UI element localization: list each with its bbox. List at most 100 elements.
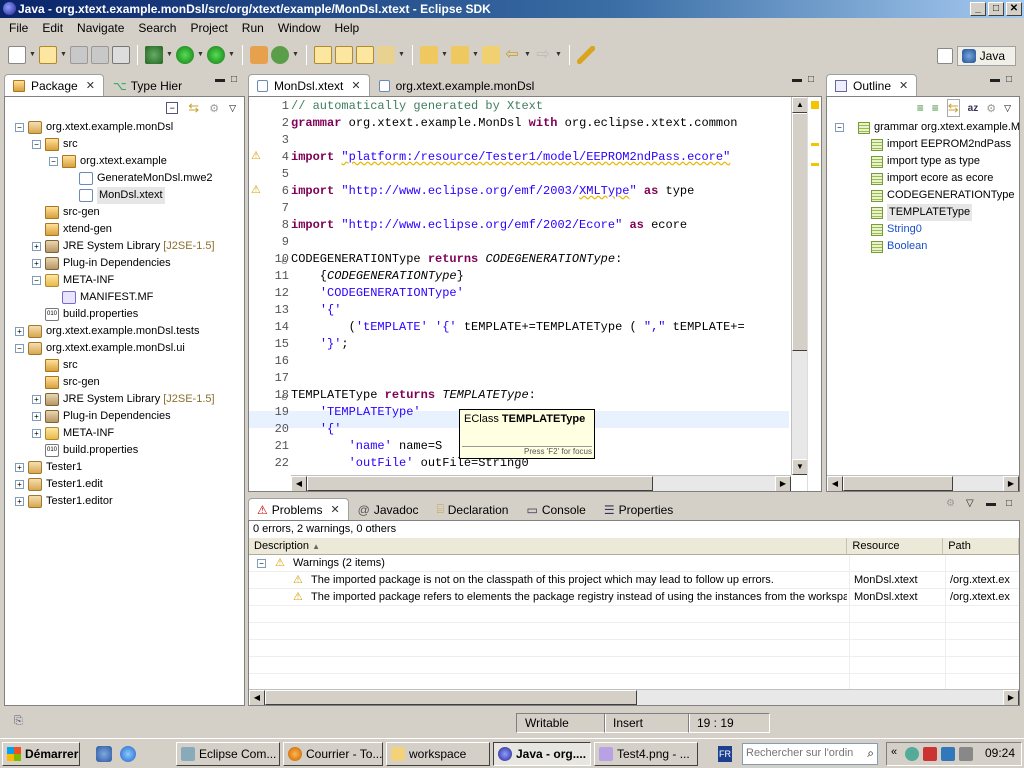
outline-item[interactable]: CODEGENERATIONType [827, 187, 1019, 204]
close-icon[interactable]: ✕ [86, 79, 95, 92]
show-hidden-icon[interactable]: « [891, 746, 897, 758]
run-icon[interactable] [176, 46, 194, 64]
language-indicator[interactable]: FR [718, 746, 732, 762]
next-annotation-icon[interactable] [420, 46, 438, 64]
scroll-thumb[interactable] [792, 113, 808, 351]
expand-icon[interactable]: + [15, 327, 24, 336]
tree-item[interactable]: xtend-gen [5, 221, 244, 238]
debug-icon[interactable] [145, 46, 163, 64]
search-icon[interactable]: ⌕ [867, 746, 874, 761]
task-eclipse-community[interactable]: Eclipse Com... [176, 742, 280, 766]
desktop-search-input[interactable] [743, 744, 853, 762]
minimize-icon[interactable]: ▬ [215, 75, 225, 86]
internet-explorer-icon[interactable] [120, 746, 136, 762]
column-description[interactable]: Description ▲ [249, 538, 848, 555]
hide-fields-icon[interactable]: ≡ [917, 101, 924, 115]
expand-icon[interactable]: + [32, 429, 41, 438]
chevron-down-icon[interactable]: ▼ [29, 46, 36, 64]
scroll-up-icon[interactable]: ▲ [792, 97, 808, 113]
warnings-group-row[interactable]: − ⚠ Warnings (2 items) [249, 555, 1019, 572]
volume-icon[interactable] [959, 747, 973, 761]
tab-problems[interactable]: ⚠ Problems ✕ [248, 498, 349, 520]
tree-item[interactable]: 010 build.properties [5, 442, 244, 459]
outline-item[interactable]: import EEPROM2ndPass [827, 136, 1019, 153]
desktop-search-box[interactable]: ⌕ [742, 743, 878, 765]
vertical-scrollbar[interactable]: ▲ ▼ [791, 97, 808, 475]
save-all-icon[interactable] [91, 46, 109, 64]
search-icon[interactable] [356, 46, 374, 64]
chevron-down-icon[interactable]: ▼ [60, 46, 67, 64]
collapse-all-icon[interactable]: − [166, 102, 179, 114]
expand-icon[interactable]: + [15, 480, 24, 489]
scroll-right-icon[interactable]: ▶ [1003, 476, 1019, 491]
tab-type-hierarchy[interactable]: ⌥ Type Hier [104, 74, 191, 96]
code-line[interactable]: 18 TEMPLATEType returns TEMPLATEType: [261, 387, 791, 404]
new-icon[interactable] [8, 46, 26, 64]
tree-item[interactable]: src-gen [5, 374, 244, 391]
menu-help[interactable]: Help [328, 21, 367, 35]
code-line[interactable]: 6 import "http://www.eclipse.org/emf/2003… [261, 183, 791, 200]
scroll-thumb[interactable] [265, 690, 637, 705]
tree-item[interactable]: + org.xtext.example.monDsl.tests [5, 323, 244, 340]
menu-file[interactable]: File [2, 21, 35, 35]
close-icon[interactable]: ✕ [351, 79, 360, 92]
warning-marker[interactable] [811, 101, 819, 109]
menu-project[interactable]: Project [183, 21, 234, 35]
menu-run[interactable]: Run [235, 21, 271, 35]
tab-org-xtext-example-mondsl[interactable]: org.xtext.example.monDsl [370, 74, 544, 96]
tree-item[interactable]: 010 build.properties [5, 306, 244, 323]
print-icon[interactable] [112, 46, 130, 64]
collapse-icon[interactable]: − [15, 344, 24, 353]
outline-item[interactable]: TEMPLATEType [827, 204, 1019, 221]
hover-tooltip[interactable]: EClass TEMPLATEType Press 'F2' for focus [459, 409, 595, 459]
chevron-down-icon[interactable]: ▼ [441, 46, 448, 64]
expand-icon[interactable]: + [32, 259, 41, 268]
tree-item[interactable]: + Plug-in Dependencies [5, 408, 244, 425]
maximize-icon[interactable]: □ [231, 75, 241, 86]
chevron-down-icon[interactable]: ▼ [197, 46, 204, 64]
column-path[interactable]: Path [943, 538, 1019, 555]
task-courrier[interactable]: Courrier - To... [283, 742, 383, 766]
prev-annotation-icon[interactable] [451, 46, 469, 64]
code-line[interactable]: 4 import "platform:/resource/Tester1/mode… [261, 149, 791, 166]
pencil-icon[interactable] [377, 46, 395, 64]
external-tools-icon[interactable] [207, 46, 225, 64]
tree-item[interactable]: MANIFEST.MF [5, 289, 244, 306]
save-icon[interactable] [70, 46, 88, 64]
code-line[interactable]: 15 '}'; [261, 336, 791, 353]
column-resource[interactable]: Resource [847, 538, 944, 555]
scroll-left-icon[interactable]: ◀ [249, 690, 265, 705]
chevron-down-icon[interactable]: ▼ [292, 46, 299, 64]
code-line[interactable]: 2 grammar org.xtext.example.MonDsl with o… [261, 115, 791, 132]
outline-item[interactable]: import type as type [827, 153, 1019, 170]
tree-item[interactable]: MonDsl.xtext [5, 187, 244, 204]
warning-marker[interactable] [811, 143, 819, 146]
maximize-button[interactable]: □ [988, 2, 1004, 16]
collapse-icon[interactable]: − [32, 140, 41, 149]
network-icon[interactable] [941, 747, 955, 761]
collapse-icon[interactable]: − [15, 123, 24, 132]
task-workspace[interactable]: workspace [386, 742, 490, 766]
minimize-icon[interactable]: ▬ [986, 499, 996, 510]
outline-item[interactable]: − grammar org.xtext.example.M [827, 119, 1019, 136]
outline-horizontal-scrollbar[interactable]: ◀ ▶ [827, 475, 1019, 491]
code-line[interactable]: 14 ('tEMPLATE' '{' tEMPLATE+=TEMPLATETyp… [261, 319, 791, 336]
tree-item[interactable]: + META-INF [5, 425, 244, 442]
outline-item[interactable]: Boolean [827, 238, 1019, 255]
tab-mondsl-xtext[interactable]: MonDsl.xtext ✕ [248, 74, 370, 96]
clock[interactable]: 09:24 [985, 746, 1015, 760]
minimize-icon[interactable]: ▬ [990, 75, 1000, 86]
start-button[interactable]: Démarrer [2, 742, 80, 766]
menu-search[interactable]: Search [131, 21, 183, 35]
tree-item[interactable]: + JRE System Library [J2SE-1.5] [5, 391, 244, 408]
problem-row[interactable]: ⚠ The imported package is not on the clas… [249, 572, 1019, 589]
collapse-icon[interactable]: − [835, 123, 844, 132]
expand-icon[interactable]: + [15, 463, 24, 472]
scroll-thumb[interactable] [307, 476, 653, 491]
code-line[interactable]: 3 [261, 132, 791, 149]
tree-item[interactable]: + Tester1.editor [5, 493, 244, 510]
new-class-icon[interactable] [271, 46, 289, 64]
menu-navigate[interactable]: Navigate [70, 21, 131, 35]
scroll-thumb[interactable] [843, 476, 953, 491]
view-menu-icon[interactable]: ▽ [229, 103, 236, 114]
